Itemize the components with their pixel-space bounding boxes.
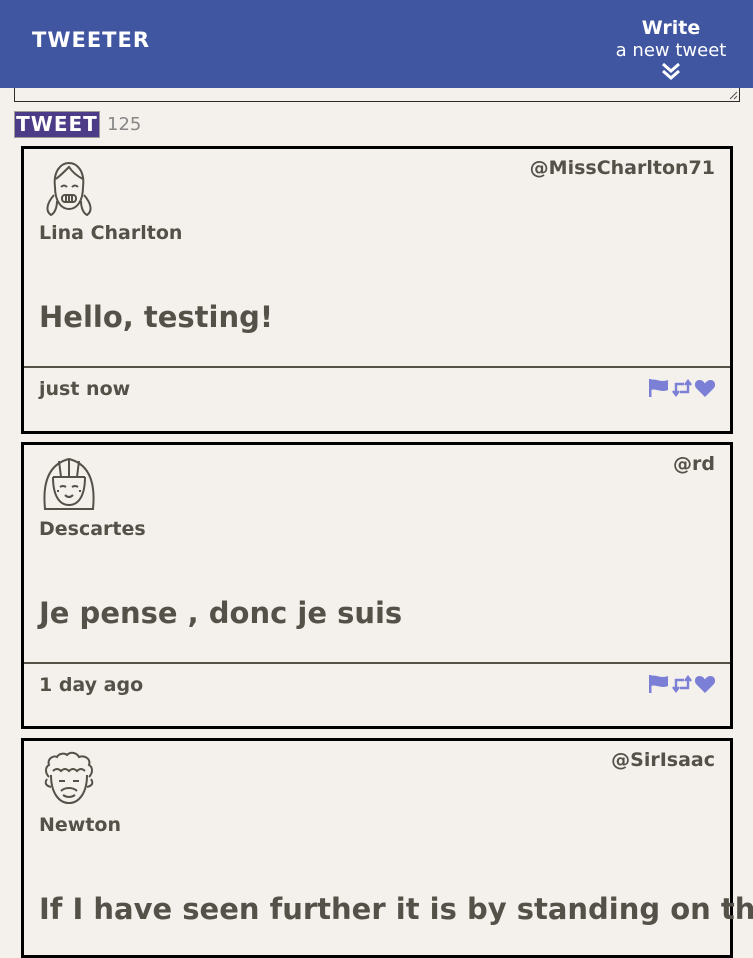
tweet-divider — [24, 366, 730, 368]
tweet-card: Descartes @rd Je pense , donc je suis 1 … — [21, 442, 733, 729]
flag-icon[interactable] — [648, 378, 670, 398]
tweet-card: Lina Charlton @MissCharlton71 Hello, tes… — [21, 146, 733, 434]
tweet-timestamp: just now — [39, 378, 131, 400]
bob-haircut-avatar — [43, 457, 95, 510]
tweet-actions — [648, 378, 716, 398]
tweet-content: Hello, testing! — [39, 300, 274, 334]
retweet-icon[interactable] — [671, 674, 693, 694]
author-handle: @MissCharlton71 — [529, 157, 715, 179]
curly-hair-avatar — [44, 751, 94, 805]
character-counter: 125 — [107, 114, 142, 135]
tweet-actions — [648, 674, 716, 694]
tweet-content: If I have seen further it is by standing… — [39, 892, 753, 926]
tweet-card: Newton @SirIsaac If I have seen further … — [21, 738, 753, 958]
author-name: Newton — [39, 814, 122, 836]
heart-icon[interactable] — [694, 674, 716, 694]
tweet-divider — [24, 662, 730, 664]
flag-icon[interactable] — [648, 674, 670, 694]
top-nav: TWEETER Write a new tweet — [0, 0, 753, 88]
tweet-submit-button[interactable]: TWEET — [14, 111, 100, 138]
author-handle: @rd — [673, 453, 715, 475]
write-subtitle: a new tweet — [615, 40, 727, 61]
resize-handle-icon[interactable] — [729, 91, 738, 100]
tweet-timestamp: 1 day ago — [39, 674, 144, 696]
author-name: Descartes — [39, 518, 146, 540]
author-handle: @SirIsaac — [611, 749, 715, 771]
write-title: Write — [641, 17, 701, 39]
author-name: Lina Charlton — [39, 222, 183, 244]
brand-logo[interactable]: TWEETER — [32, 28, 150, 52]
girl-pigtails-avatar — [46, 161, 92, 217]
double-chevron-down-icon[interactable] — [661, 62, 681, 80]
heart-icon[interactable] — [694, 378, 716, 398]
tweet-content: Je pense , donc je suis — [39, 596, 403, 630]
write-tweet-toggle[interactable]: Write a new tweet — [612, 16, 730, 80]
tweet-textarea[interactable] — [14, 88, 740, 102]
retweet-icon[interactable] — [671, 378, 693, 398]
